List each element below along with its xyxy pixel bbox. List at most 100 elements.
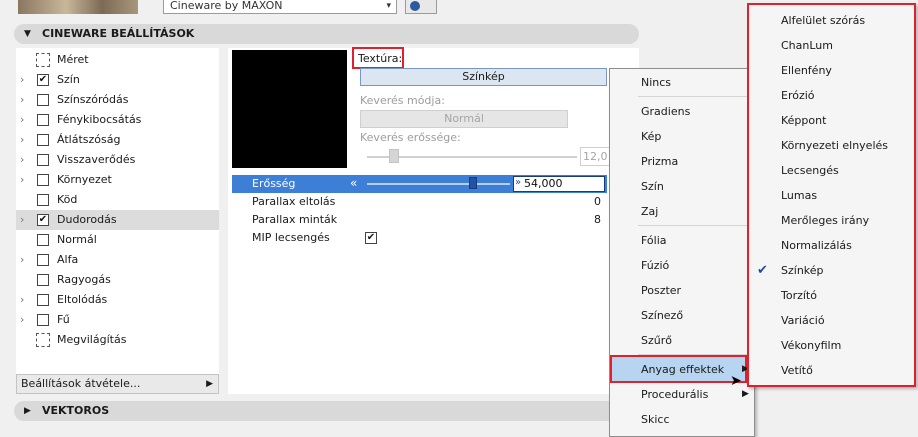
tree-item-checkbox[interactable] xyxy=(37,174,49,186)
blend-strength-slider-thumb[interactable] xyxy=(389,149,399,163)
tree-item-checkbox[interactable] xyxy=(37,94,49,106)
tree-item[interactable]: › Alfa xyxy=(16,250,219,270)
submenu-item[interactable]: Normalizálás xyxy=(781,235,911,257)
submenu-item[interactable]: Lumas xyxy=(781,185,911,207)
menu-item[interactable]: Anyag effektek xyxy=(641,359,741,381)
material-thumbnail xyxy=(18,0,138,14)
mip-falloff-row[interactable]: MIP lecsengés xyxy=(232,229,607,247)
cineware-settings-header[interactable]: ▼ CINEWARE BEÁLLÍTÁSOK xyxy=(14,24,639,44)
submenu-item[interactable]: Merőleges irány xyxy=(781,210,911,232)
transfer-settings-button[interactable]: Beállítások átvétele... ▶ xyxy=(16,374,219,394)
menu-item[interactable]: Fólia xyxy=(641,230,741,252)
strength-value-input[interactable]: 54,000 xyxy=(513,176,605,192)
tree-item-checkbox[interactable] xyxy=(37,274,49,286)
menu-item[interactable]: Gradiens xyxy=(641,101,741,123)
parallax-offset-value[interactable]: 0 xyxy=(594,193,601,211)
submenu-item[interactable]: Vékonyfilm xyxy=(781,335,911,357)
tree-item[interactable]: Normál xyxy=(16,230,219,250)
tree-item[interactable]: › Fénykibocsátás xyxy=(16,110,219,130)
chevron-right-icon[interactable]: › xyxy=(20,250,24,270)
texture-label: Textúra: xyxy=(352,47,404,69)
engine-options-button[interactable] xyxy=(405,0,437,14)
submenu-item[interactable]: Lecsengés xyxy=(781,160,911,182)
tree-item-checkbox[interactable] xyxy=(37,134,49,146)
submenu-item[interactable]: Variáció xyxy=(781,310,911,332)
tree-item-label: Alfa xyxy=(57,253,79,266)
tree-item[interactable]: Megvilágítás xyxy=(16,330,219,350)
tree-item[interactable]: › Átlátszóság xyxy=(16,130,219,150)
tree-item[interactable]: Ragyogás xyxy=(16,270,219,290)
tree-item-checkbox[interactable] xyxy=(37,114,49,126)
menu-item[interactable]: Procedurális xyxy=(641,384,741,406)
submenu-item[interactable]: Alfelület szórás xyxy=(781,10,911,32)
menu-item[interactable]: Szűrő xyxy=(641,330,741,352)
chevron-right-icon[interactable]: › xyxy=(20,110,24,130)
expand-triangle-icon: ▶ xyxy=(24,406,31,416)
decrease-arrow-icon[interactable]: « xyxy=(350,176,357,190)
tree-item[interactable]: Méret xyxy=(16,50,219,70)
submenu-item[interactable]: Képpont xyxy=(781,110,911,132)
blend-mode-field[interactable]: Normál xyxy=(360,110,568,128)
submenu-item[interactable]: ChanLum xyxy=(781,35,911,57)
chevron-right-icon[interactable]: › xyxy=(20,90,24,110)
tree-item[interactable]: › Színszóródás xyxy=(16,90,219,110)
tree-item-checkbox[interactable]: ✔ xyxy=(37,74,49,86)
submenu-item[interactable]: Színkép xyxy=(781,260,911,282)
chevron-right-icon[interactable]: › xyxy=(20,170,24,190)
menu-item[interactable]: Szín xyxy=(641,176,741,198)
tree-item-label: Színszóródás xyxy=(57,93,129,106)
menu-item[interactable]: Prizma xyxy=(641,151,741,173)
tree-item[interactable]: › Fű xyxy=(16,310,219,330)
menu-item[interactable]: Színező xyxy=(641,305,741,327)
submenu-item[interactable]: Ellenfény xyxy=(781,60,911,82)
tree-item[interactable]: › Visszaverődés xyxy=(16,150,219,170)
parallax-offset-row[interactable]: Parallax eltolás 0 xyxy=(232,193,607,211)
chevron-right-icon[interactable]: › xyxy=(20,70,24,90)
tree-item-checkbox[interactable] xyxy=(37,154,49,166)
chevron-right-icon[interactable]: › xyxy=(20,290,24,310)
blend-strength-label: Keverés erőssége: xyxy=(360,131,461,144)
tree-item[interactable]: › ✔ Dudorodás xyxy=(16,210,219,230)
parallax-samples-value[interactable]: 8 xyxy=(594,211,601,229)
chevron-right-icon[interactable]: › xyxy=(20,310,24,330)
chevron-right-icon[interactable]: › xyxy=(20,130,24,150)
vektoros-header[interactable]: ▶ VEKTOROS xyxy=(14,401,639,421)
submenu-item[interactable]: Környezeti elnyelés xyxy=(781,135,911,157)
engine-select[interactable]: Cineware by MAXON ▾ xyxy=(163,0,397,14)
tree-item[interactable]: Köd xyxy=(16,190,219,210)
increase-arrow-icon[interactable]: » xyxy=(515,177,521,188)
menu-item[interactable]: Fúzió xyxy=(641,255,741,277)
tree-item-checkbox[interactable] xyxy=(37,254,49,266)
tree-item[interactable]: › Környezet xyxy=(16,170,219,190)
mip-falloff-label: MIP lecsengés xyxy=(252,231,330,244)
blend-strength-value[interactable]: 12,0 xyxy=(580,147,612,166)
tree-item-checkbox[interactable] xyxy=(37,194,49,206)
menu-item[interactable]: Zaj xyxy=(641,201,741,223)
collapse-triangle-icon: ▼ xyxy=(24,29,31,39)
strength-slider-track[interactable] xyxy=(367,183,510,185)
submenu-item[interactable]: Vetítő xyxy=(781,360,911,382)
submenu-item[interactable]: Erózió xyxy=(781,85,911,107)
texture-select-button[interactable]: Színkép xyxy=(360,68,607,86)
tree-item-checkbox[interactable] xyxy=(37,314,49,326)
tree-item[interactable]: › ✔ Szín xyxy=(16,70,219,90)
tree-item-label: Normál xyxy=(57,233,97,246)
menu-item[interactable]: Kép xyxy=(641,126,741,148)
menu-item[interactable]: Skicc xyxy=(641,409,741,431)
menu-item[interactable]: Nincs xyxy=(641,72,741,94)
tree-item-checkbox[interactable] xyxy=(37,234,49,246)
parallax-samples-row[interactable]: Parallax minták 8 xyxy=(232,211,607,229)
tree-item-checkbox[interactable]: ✔ xyxy=(37,214,49,226)
tree-item-checkbox[interactable] xyxy=(37,294,49,306)
tree-item-label: Fénykibocsátás xyxy=(57,113,142,126)
tree-item[interactable]: › Eltolódás xyxy=(16,290,219,310)
mip-falloff-checkbox[interactable]: ✔ xyxy=(365,232,377,244)
chevron-right-icon[interactable]: › xyxy=(20,150,24,170)
menu-item[interactable]: Poszter xyxy=(641,280,741,302)
mouse-cursor-icon: ➤ xyxy=(730,373,742,389)
submenu-item[interactable]: Torzító xyxy=(781,285,911,307)
strength-slider-thumb[interactable] xyxy=(469,177,477,189)
lighting-icon xyxy=(36,333,50,347)
texture-preview xyxy=(232,50,347,168)
chevron-right-icon[interactable]: › xyxy=(20,210,24,230)
